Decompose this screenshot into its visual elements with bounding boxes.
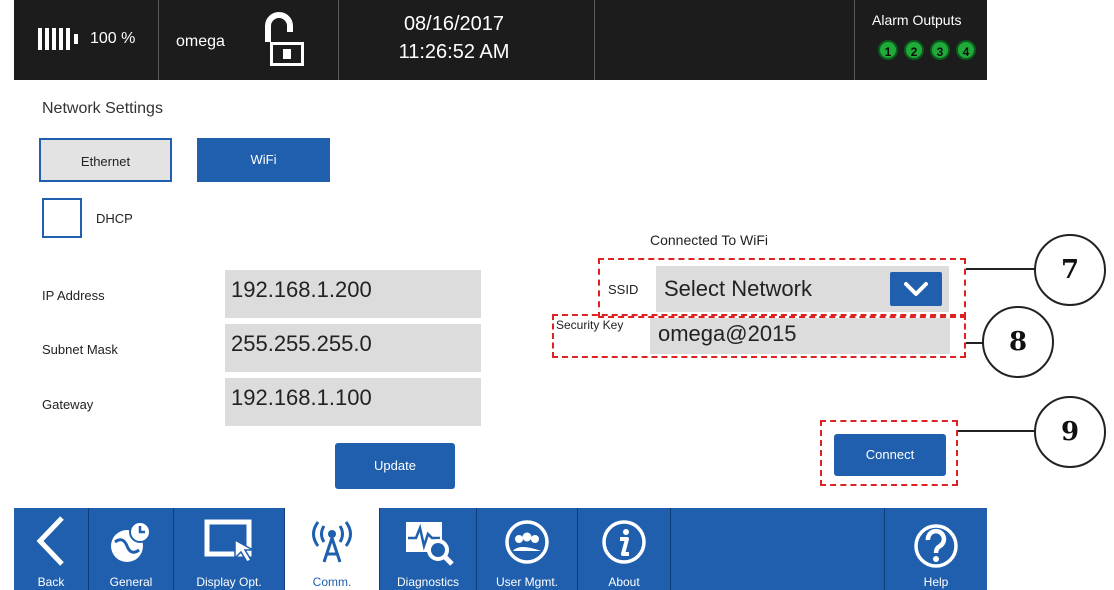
page-title: Network Settings	[42, 100, 163, 117]
ip-address-field[interactable]: 192.168.1.200	[225, 270, 481, 318]
gateway-label: Gateway	[42, 397, 94, 412]
alarm-outputs-label: Alarm Outputs	[872, 12, 962, 28]
subnet-mask-label: Subnet Mask	[42, 342, 118, 357]
tab-ethernet[interactable]: Ethernet	[39, 138, 172, 182]
ssid-dropdown-button[interactable]	[890, 272, 942, 306]
nav-back[interactable]: Back	[14, 508, 88, 590]
dhcp-checkbox[interactable]	[42, 198, 82, 238]
nav-general-label: General	[109, 575, 153, 589]
nav-diagnostics-label: Diagnostics	[396, 575, 460, 589]
bottom-nav: Back General Display Opt. Comm. Diagnost…	[14, 508, 987, 590]
nav-comm[interactable]: Comm.	[285, 508, 379, 590]
gateway-field[interactable]: 192.168.1.100	[225, 378, 481, 426]
nav-user-management[interactable]: User Mgmt.	[477, 508, 577, 590]
nav-about[interactable]: About	[578, 508, 670, 590]
security-key-label: Security Key	[556, 318, 624, 332]
touch-screen-icon	[204, 519, 256, 563]
nav-general[interactable]: General	[89, 508, 173, 590]
battery-percent: 100 %	[90, 30, 136, 47]
security-key-field[interactable]: omega@2015	[650, 318, 950, 354]
chevron-down-icon	[904, 282, 928, 296]
callout-9-line	[958, 430, 1038, 432]
callout-9: 9	[1034, 396, 1106, 468]
antenna-icon	[312, 521, 352, 563]
callout-7-line	[966, 268, 1038, 270]
nav-comm-label: Comm.	[312, 575, 352, 589]
nav-user-management-label: User Mgmt.	[495, 575, 558, 589]
callout-7: 7	[1034, 234, 1106, 306]
current-user: omega	[176, 33, 225, 50]
alarm-output-4: 4	[956, 40, 976, 60]
users-icon	[505, 520, 549, 564]
nav-back-label: Back	[37, 575, 65, 589]
alarm-output-3: 3	[930, 40, 950, 60]
date-text: 08/16/2017	[403, 13, 505, 35]
back-arrow-icon	[36, 516, 64, 566]
diagnostics-icon	[406, 522, 454, 566]
nav-help-label: Help	[923, 575, 949, 589]
globe-clock-icon	[111, 521, 151, 562]
time-text: 11:26:52 AM	[398, 41, 510, 63]
nav-display-options-label: Display Opt.	[196, 575, 262, 589]
nav-help[interactable]: Help	[885, 508, 987, 590]
nav-diagnostics[interactable]: Diagnostics	[380, 508, 476, 590]
callout-8: 8	[982, 306, 1054, 378]
ip-address-label: IP Address	[42, 288, 105, 303]
date-time: 08/16/2017 11:26:52 AM	[374, 10, 534, 66]
status-bar: 100 % omega 08/16/2017 11:26:52 AM Alarm…	[14, 0, 987, 80]
unlocked-padlock-icon[interactable]	[262, 10, 306, 73]
info-icon	[602, 520, 646, 564]
nav-about-label: About	[608, 575, 640, 589]
help-icon	[914, 524, 958, 568]
update-button[interactable]: Update	[335, 443, 455, 489]
dhcp-label: DHCP	[96, 211, 133, 226]
tab-wifi[interactable]: WiFi	[197, 138, 330, 182]
subnet-mask-field[interactable]: 255.255.255.0	[225, 324, 481, 372]
connect-button[interactable]: Connect	[834, 434, 946, 476]
alarm-output-1: 1	[878, 40, 898, 60]
wifi-status: Connected To WiFi	[650, 232, 769, 248]
nav-display-options[interactable]: Display Opt.	[174, 508, 284, 590]
ssid-label: SSID	[608, 282, 639, 297]
alarm-output-2: 2	[904, 40, 924, 60]
